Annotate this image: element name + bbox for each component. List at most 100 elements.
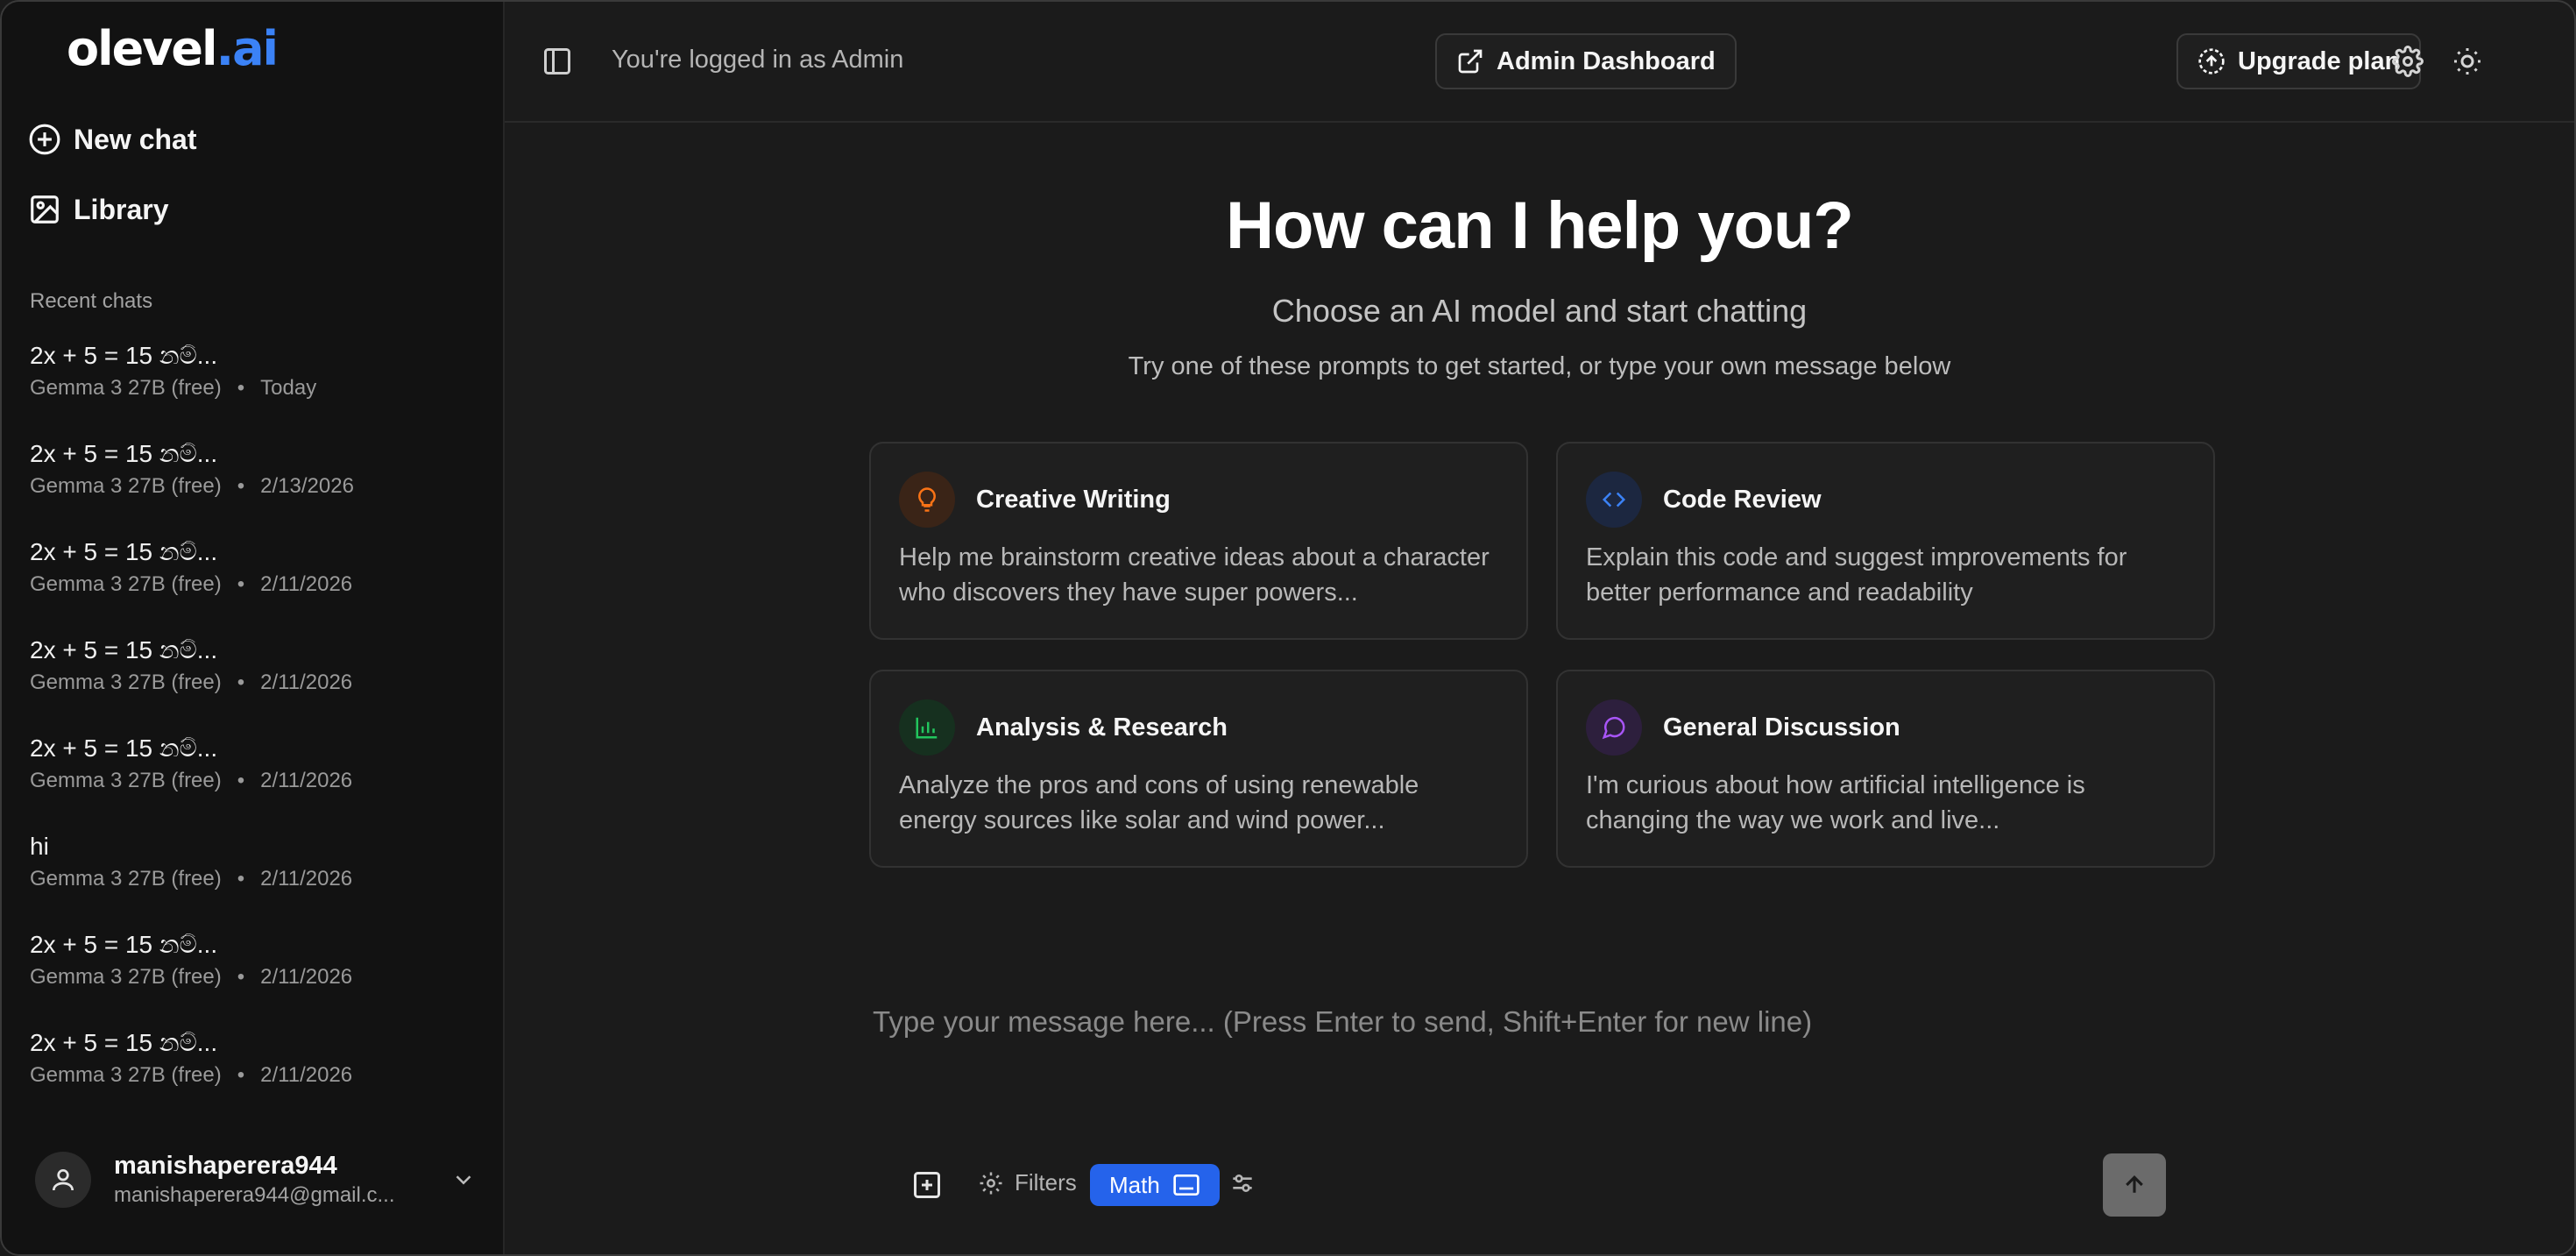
math-label: Math <box>1109 1171 1160 1198</box>
chat-model: Gemma 3 27B (free) <box>30 1063 222 1087</box>
chat-title: 2x + 5 = 15 නම්... <box>30 636 218 663</box>
chat-title: 2x + 5 = 15 නම්... <box>30 440 218 467</box>
user-info: manishaperera944 manishaperera944@gmail.… <box>114 1150 429 1210</box>
meta-separator: • <box>237 474 245 498</box>
user-menu-button[interactable]: manishaperera944 manishaperera944@gmail.… <box>35 1148 482 1211</box>
lightbulb-icon <box>918 487 936 512</box>
meta-separator: • <box>237 965 245 989</box>
chat-title: hi <box>30 833 49 860</box>
admin-dashboard-button[interactable]: Admin Dashboard <box>1435 33 1737 89</box>
sidebar: olevel.ai New chat Library Recent chats … <box>2 2 505 1254</box>
chat-title: 2x + 5 = 15 නම්... <box>30 538 218 565</box>
chat-meta: Gemma 3 27B (free) • 2/11/2026 <box>30 766 485 796</box>
chat-meta: Gemma 3 27B (free) • 2/11/2026 <box>30 864 485 894</box>
chat-list-item[interactable]: 2x + 5 = 15 නම්... Gemma 3 27B (free) • 2/… <box>30 1025 485 1124</box>
meta-separator: • <box>237 867 245 891</box>
plus-square-icon <box>914 1172 940 1198</box>
library-button[interactable]: Library <box>28 193 168 226</box>
chat-list-item[interactable]: 2x + 5 = 15 නම්... Gemma 3 27B (free) • 2/… <box>30 436 485 535</box>
gear-icon <box>980 1172 1002 1194</box>
chat-date: 2/11/2026 <box>260 572 353 596</box>
card-icon-wrap <box>899 472 955 528</box>
sidebar-toggle-icon[interactable] <box>541 46 573 77</box>
chat-list-item[interactable]: 2x + 5 = 15 නම්... Gemma 3 27B (free) • 2/… <box>30 633 485 731</box>
library-label: Library <box>74 193 169 225</box>
chat-list-item[interactable]: 2x + 5 = 15 නම්... Gemma 3 27B (free) • 2/… <box>30 731 485 829</box>
page-title: How can I help you? <box>1226 188 1854 263</box>
upgrade-plan-label: Upgrade plan <box>2238 46 2401 75</box>
chat-title: 2x + 5 = 15 නම්... <box>30 734 218 762</box>
logo-text: olevel <box>67 21 218 76</box>
chat-title: 2x + 5 = 15 නම්... <box>30 931 218 958</box>
chat-model: Gemma 3 27B (free) <box>30 572 222 596</box>
prompt-card-code-review[interactable]: Code Review Explain this code and sugges… <box>1556 442 2215 640</box>
code-icon <box>1602 492 1626 507</box>
chevron-down-icon <box>456 1175 471 1185</box>
chat-list-item[interactable]: 2x + 5 = 15 නම්... Gemma 3 27B (free) • 2/… <box>30 535 485 633</box>
meta-separator: • <box>237 671 245 694</box>
chat-date: 2/11/2026 <box>260 671 353 694</box>
card-icon-wrap <box>1586 472 1642 528</box>
chat-model: Gemma 3 27B (free) <box>30 965 222 989</box>
card-description: Help me brainstorm creative ideas about … <box>899 543 1490 607</box>
chat-date: 2/11/2026 <box>260 867 353 891</box>
card-title: Code Review <box>1663 486 1822 514</box>
settings-gear-icon[interactable] <box>2392 46 2424 77</box>
plus-circle-icon <box>29 124 60 155</box>
user-name: manishaperera944 <box>114 1152 337 1180</box>
user-email: manishaperera944@gmail.c... <box>114 1183 395 1207</box>
settings-sliders-button[interactable] <box>1228 1169 1256 1197</box>
message-circle-icon <box>1602 716 1625 740</box>
chat-list-item[interactable]: hi Gemma 3 27B (free) • 2/11/2026 <box>30 829 485 927</box>
chat-date: 2/11/2026 <box>260 1063 353 1087</box>
chat-list-item[interactable]: 2x + 5 = 15 නම්... Gemma 3 27B (free) • 2/… <box>30 927 485 1025</box>
attach-button[interactable] <box>911 1169 943 1201</box>
sun-theme-icon[interactable] <box>2452 46 2483 77</box>
chat-meta: Gemma 3 27B (free) • 2/11/2026 <box>30 1061 485 1090</box>
card-icon-wrap <box>899 699 955 756</box>
meta-separator: • <box>237 572 245 596</box>
send-button[interactable] <box>2103 1153 2166 1217</box>
logo[interactable]: olevel.ai <box>67 21 279 76</box>
chat-title: 2x + 5 = 15 නම්... <box>30 1029 218 1056</box>
card-title: Creative Writing <box>976 486 1171 514</box>
chat-model: Gemma 3 27B (free) <box>30 376 222 400</box>
upgrade-plan-button[interactable]: Upgrade plan <box>2176 33 2422 89</box>
filters-button[interactable]: Filters <box>978 1169 1077 1196</box>
prompt-card-creative-writing[interactable]: Creative Writing Help me brainstorm crea… <box>869 442 1528 640</box>
prompt-hint: Try one of these prompts to get started,… <box>1128 352 1951 380</box>
recent-chats-heading: Recent chats <box>30 289 153 313</box>
card-description: Explain this code and suggest improvemen… <box>1586 543 2127 607</box>
filters-label: Filters <box>1015 1169 1077 1196</box>
upgrade-icon <box>2198 48 2225 75</box>
composer-toolbar: Filters Math <box>873 1153 2166 1217</box>
chat-meta: Gemma 3 27B (free) • 2/11/2026 <box>30 668 485 698</box>
card-icon-wrap <box>1586 699 1642 756</box>
chat-meta: Gemma 3 27B (free) • Today <box>30 373 485 403</box>
chat-model: Gemma 3 27B (free) <box>30 671 222 694</box>
prompt-card-general-discussion[interactable]: General Discussion I'm curious about how… <box>1556 670 2215 868</box>
chat-model: Gemma 3 27B (free) <box>30 867 222 891</box>
chat-model: Gemma 3 27B (free) <box>30 769 222 792</box>
chat-date: 2/11/2026 <box>260 769 353 792</box>
math-mode-toggle[interactable]: Math <box>1090 1164 1220 1206</box>
main-panel: You're logged in as Admin Admin Dashboar… <box>505 2 2574 1254</box>
prompt-card-analysis-research[interactable]: Analysis & Research Analyze the pros and… <box>869 670 1528 868</box>
chat-title: 2x + 5 = 15 නම්... <box>30 342 218 369</box>
meta-separator: • <box>237 769 245 792</box>
external-link-icon <box>1458 49 1483 74</box>
card-description: Analyze the pros and cons of using renew… <box>899 771 1419 834</box>
bar-chart-icon <box>916 717 938 739</box>
meta-separator: • <box>237 376 245 400</box>
page-subtitle: Choose an AI model and start chatting <box>1271 293 1808 329</box>
recent-chats-list: 2x + 5 = 15 නම්... Gemma 3 27B (free) • To… <box>30 338 485 1124</box>
new-chat-label: New chat <box>74 123 197 155</box>
chat-meta: Gemma 3 27B (free) • 2/11/2026 <box>30 962 485 992</box>
chat-meta: Gemma 3 27B (free) • 2/13/2026 <box>30 472 485 501</box>
admin-dashboard-label: Admin Dashboard <box>1497 46 1716 75</box>
logged-in-status: You're logged in as Admin <box>612 46 904 74</box>
app-window: olevel.ai New chat Library Recent chats … <box>0 0 2576 1256</box>
new-chat-button[interactable]: New chat <box>28 123 196 156</box>
message-input[interactable] <box>873 996 2099 1048</box>
chat-list-item[interactable]: 2x + 5 = 15 නම්... Gemma 3 27B (free) • To… <box>30 338 485 436</box>
